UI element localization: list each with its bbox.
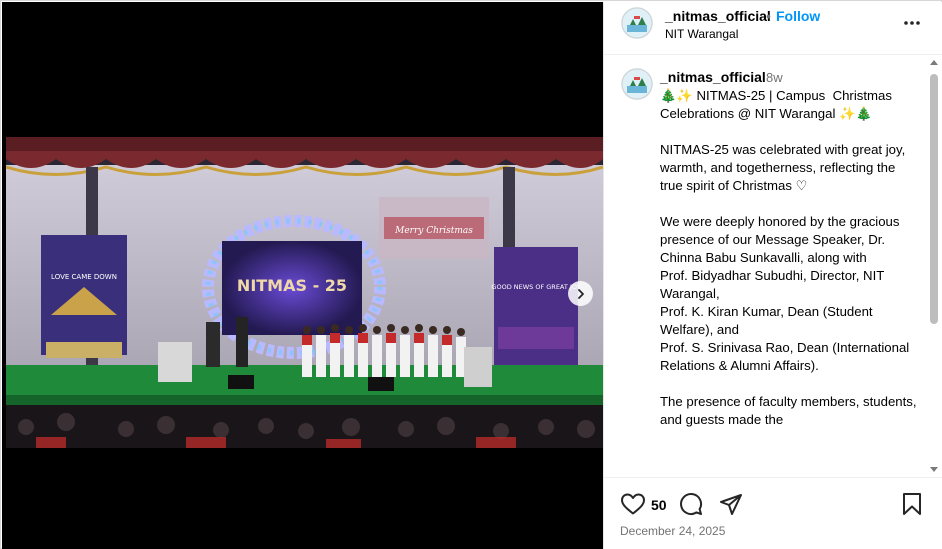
stage-photo-image: Merry Christmas NITMAS - 25 LOVE CAME DO…	[6, 137, 603, 448]
heart-icon	[621, 493, 645, 515]
post-actions: 50 December 24, 2025	[604, 477, 942, 549]
post-header: _nitmas_official • Follow NIT Warangal	[604, 2, 942, 55]
follow-button[interactable]: Follow	[776, 8, 820, 24]
post-dialog: Merry Christmas NITMAS - 25 LOVE CAME DO…	[0, 0, 942, 549]
avatar[interactable]	[621, 7, 653, 39]
username[interactable]: _nitmas_official	[665, 8, 771, 24]
save-button[interactable]	[901, 492, 923, 521]
screen-text: Merry Christmas	[394, 226, 473, 236]
post-photo: Merry Christmas NITMAS - 25 LOVE CAME DO…	[6, 137, 603, 448]
comment-button[interactable]	[679, 492, 703, 521]
more-options-button[interactable]	[902, 12, 922, 32]
bookmark-icon	[903, 493, 921, 515]
scroll-down-arrow-icon[interactable]	[930, 467, 938, 472]
caption-area: _nitmas_official 8w 🎄✨ NITMAS-25 | Campu…	[604, 56, 942, 477]
more-options-icon	[904, 21, 920, 25]
post-time-ago[interactable]: 8w	[766, 70, 783, 85]
right-banner-text: GOOD NEWS OF GREAT JOY	[491, 283, 580, 291]
post-media: Merry Christmas NITMAS - 25 LOVE CAME DO…	[2, 2, 603, 549]
profile-picture	[621, 68, 653, 100]
comment-icon	[680, 493, 703, 515]
post-caption: 🎄✨ NITMAS-25 | Campus Christmas Celebrat…	[660, 88, 917, 427]
post-date[interactable]: December 24, 2025	[620, 524, 725, 538]
post-side-panel: _nitmas_official • Follow NIT Warangal _…	[603, 2, 942, 549]
scrollbar-thumb[interactable]	[930, 74, 938, 324]
like-count[interactable]: 50	[651, 497, 667, 513]
avatar[interactable]	[621, 68, 653, 100]
left-banner-text: LOVE CAME DOWN	[51, 273, 117, 281]
separator-dot: •	[766, 8, 771, 24]
like-button[interactable]	[620, 492, 646, 521]
profile-picture	[621, 7, 653, 39]
post-location[interactable]: NIT Warangal	[665, 27, 738, 41]
caption-username[interactable]: _nitmas_official	[660, 69, 766, 85]
chevron-right-icon	[577, 288, 584, 299]
caption-scrollbar[interactable]	[928, 58, 940, 476]
share-button[interactable]	[719, 492, 743, 521]
share-icon	[720, 494, 742, 515]
scroll-up-arrow-icon[interactable]	[930, 60, 938, 65]
next-image-button[interactable]	[568, 281, 593, 306]
banner-title: NITMAS - 25	[237, 276, 347, 295]
